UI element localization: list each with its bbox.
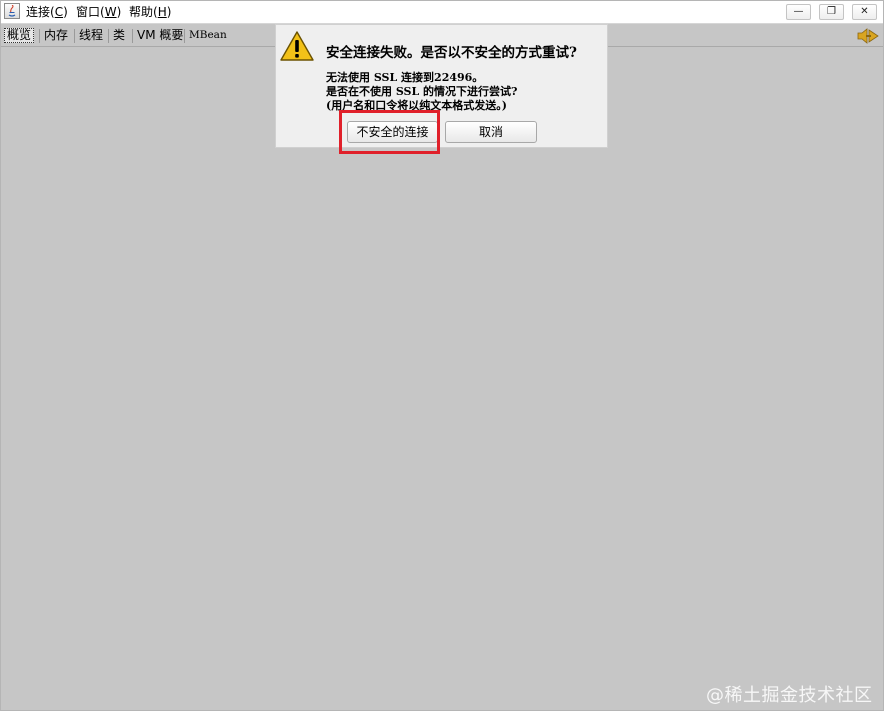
menu-help-suffix: ) (166, 5, 172, 19)
menu-help-label: 帮助( (129, 5, 158, 19)
connection-status-icon[interactable] (856, 28, 880, 48)
warning-icon (280, 31, 314, 65)
cancel-button[interactable]: 取消 (445, 121, 537, 143)
menu-connection-suffix: ) (63, 5, 68, 19)
menu-window-label: 窗口( (76, 5, 105, 19)
menu-help-mnemonic: H (157, 5, 167, 19)
highlight-annotation (339, 110, 440, 154)
tab-vm-summary[interactable]: VM 概要 (135, 28, 185, 43)
close-icon: ✕ (860, 6, 869, 17)
menu-window[interactable]: 窗口(W) (76, 4, 121, 20)
java-app-icon[interactable] (4, 3, 20, 19)
tab-memory[interactable]: 内存 (42, 28, 70, 43)
tab-divider (74, 29, 75, 43)
minimize-icon: — (793, 6, 804, 17)
menu-window-suffix: ) (116, 5, 122, 19)
tab-threads[interactable]: 线程 (77, 28, 105, 43)
tab-divider (39, 29, 40, 43)
tab-mbean[interactable]: MBean (187, 28, 229, 43)
menu-connection[interactable]: 连接(C) (26, 4, 68, 20)
menu-window-mnemonic: W (104, 5, 117, 19)
tab-divider (184, 29, 185, 43)
tab-overview[interactable]: 概览 (4, 28, 35, 43)
menu-connection-mnemonic: C (54, 5, 64, 19)
menu-connection-label: 连接( (26, 5, 55, 19)
close-button[interactable]: ✕ (852, 4, 877, 20)
tab-classes[interactable]: 类 (111, 28, 127, 43)
menu-help[interactable]: 帮助(H) (129, 4, 171, 20)
restore-icon: ❐ (827, 6, 836, 17)
tab-divider (108, 29, 109, 43)
insecure-connection-dialog: 安全连接失败。是否以不安全的方式重试? 无法使用 SSL 连接到22496。 是… (275, 24, 608, 148)
watermark: @稀土掘金技术社区 (706, 685, 873, 706)
dialog-title: 安全连接失败。是否以不安全的方式重试? (326, 45, 577, 61)
menu-bar: 连接(C) 窗口(W) 帮助(H) — ❐ ✕ (1, 1, 883, 24)
minimize-button[interactable]: — (786, 4, 811, 20)
restore-button[interactable]: ❐ (819, 4, 844, 20)
tab-divider (132, 29, 133, 43)
